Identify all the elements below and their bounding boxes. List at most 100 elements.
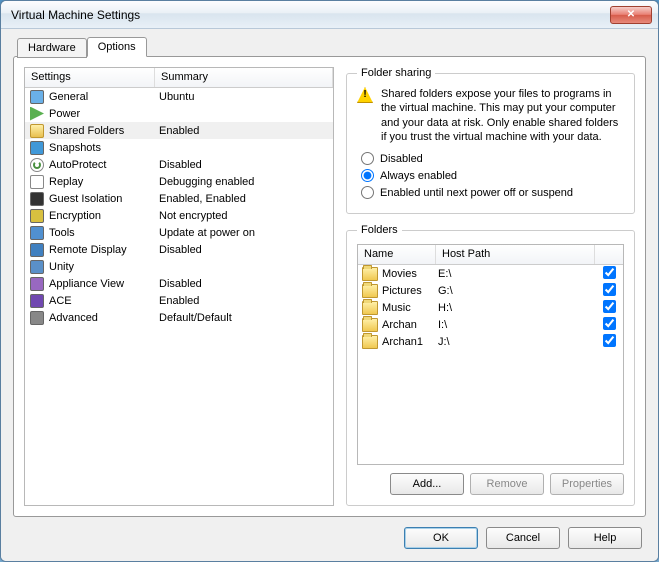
snapshots-icon <box>29 140 45 156</box>
add-folder-button[interactable]: Add... <box>390 473 464 495</box>
settings-row-label: General <box>49 91 159 103</box>
radio-disabled[interactable]: Disabled <box>361 152 624 165</box>
settings-row-summary: Disabled <box>159 278 329 290</box>
folder-icon <box>362 335 378 349</box>
folder-hostpath: G:\ <box>438 285 599 297</box>
close-icon: ✕ <box>627 9 635 20</box>
col-header-name[interactable]: Name <box>358 245 436 264</box>
settings-row-shared-folders[interactable]: Shared FoldersEnabled <box>25 122 333 139</box>
titlebar[interactable]: Virtual Machine Settings ✕ <box>1 1 658 29</box>
settings-row-summary: Disabled <box>159 159 329 171</box>
folder-row[interactable]: PicturesG:\ <box>358 282 623 299</box>
folder-buttons: Add... Remove Properties <box>357 473 624 495</box>
settings-list[interactable]: Settings Summary GeneralUbuntuPowerShare… <box>24 67 334 506</box>
autoprotect-icon <box>29 157 45 173</box>
folders-list-header[interactable]: Name Host Path <box>358 245 623 265</box>
settings-row-unity[interactable]: Unity <box>25 258 333 275</box>
settings-row-label: Advanced <box>49 312 159 324</box>
folder-row[interactable]: MusicH:\ <box>358 299 623 316</box>
settings-row-autoprotect[interactable]: AutoProtectDisabled <box>25 156 333 173</box>
folders-list[interactable]: Name Host Path MoviesE:\PicturesG:\Music… <box>357 244 624 465</box>
folder-row[interactable]: ArchanI:\ <box>358 316 623 333</box>
content-area: Hardware Options Settings Summary Genera… <box>1 29 658 561</box>
settings-list-header[interactable]: Settings Summary <box>25 68 333 88</box>
col-header-summary[interactable]: Summary <box>155 68 333 87</box>
tools-icon <box>29 225 45 241</box>
folder-name: Movies <box>382 268 438 280</box>
radio-always[interactable]: Always enabled <box>361 169 624 182</box>
window-title: Virtual Machine Settings <box>7 8 610 22</box>
settings-row-summary: Ubuntu <box>159 91 329 103</box>
folder-name: Archan1 <box>382 336 438 348</box>
settings-row-label: Tools <box>49 227 159 239</box>
settings-row-label: Unity <box>49 261 159 273</box>
folder-name: Music <box>382 302 438 314</box>
folder-enable-checkbox[interactable] <box>603 283 616 296</box>
settings-row-guest-isolation[interactable]: Guest IsolationEnabled, Enabled <box>25 190 333 207</box>
settings-row-tools[interactable]: ToolsUpdate at power on <box>25 224 333 241</box>
settings-row-summary: Enabled <box>159 295 329 307</box>
folder-enable-checkbox[interactable] <box>603 300 616 313</box>
tab-options[interactable]: Options <box>87 37 147 57</box>
settings-row-summary: Update at power on <box>159 227 329 239</box>
settings-row-appliance-view[interactable]: Appliance ViewDisabled <box>25 275 333 292</box>
replay-icon <box>29 174 45 190</box>
settings-row-summary: Debugging enabled <box>159 176 329 188</box>
radio-until-label: Enabled until next power off or suspend <box>380 187 573 199</box>
cancel-button[interactable]: Cancel <box>486 527 560 549</box>
settings-row-advanced[interactable]: AdvancedDefault/Default <box>25 309 333 326</box>
radio-until-input[interactable] <box>361 186 374 199</box>
folder-sharing-group: Folder sharing Shared folders expose you… <box>346 67 635 214</box>
settings-row-encryption[interactable]: EncryptionNot encrypted <box>25 207 333 224</box>
radio-disabled-label: Disabled <box>380 153 423 165</box>
folder-name: Pictures <box>382 285 438 297</box>
folder-hostpath: H:\ <box>438 302 599 314</box>
folder-name: Archan <box>382 319 438 331</box>
power-icon <box>29 106 45 122</box>
ok-button[interactable]: OK <box>404 527 478 549</box>
remove-folder-button[interactable]: Remove <box>470 473 544 495</box>
col-header-enabled[interactable] <box>595 245 623 264</box>
tab-hardware[interactable]: Hardware <box>17 38 87 58</box>
settings-row-remote-display[interactable]: Remote DisplayDisabled <box>25 241 333 258</box>
folder-row[interactable]: MoviesE:\ <box>358 265 623 282</box>
encryption-icon <box>29 208 45 224</box>
settings-row-label: Snapshots <box>49 142 159 154</box>
folder-row[interactable]: Archan1J:\ <box>358 333 623 350</box>
settings-row-power[interactable]: Power <box>25 105 333 122</box>
settings-row-label: Encryption <box>49 210 159 222</box>
folder-hostpath: E:\ <box>438 268 599 280</box>
settings-row-label: Shared Folders <box>49 125 159 137</box>
close-button[interactable]: ✕ <box>610 6 652 24</box>
settings-row-summary: Default/Default <box>159 312 329 324</box>
settings-row-general[interactable]: GeneralUbuntu <box>25 88 333 105</box>
folder-enable-checkbox[interactable] <box>603 334 616 347</box>
folder-hostpath: I:\ <box>438 319 599 331</box>
help-button[interactable]: Help <box>568 527 642 549</box>
folders-group: Folders Name Host Path MoviesE:\Pictures… <box>346 224 635 506</box>
advanced-icon <box>29 310 45 326</box>
radio-always-label: Always enabled <box>380 170 457 182</box>
settings-row-label: Power <box>49 108 159 120</box>
warning-text: Shared folders expose your files to prog… <box>381 87 624 144</box>
radio-until[interactable]: Enabled until next power off or suspend <box>361 186 624 199</box>
settings-column: Settings Summary GeneralUbuntuPowerShare… <box>24 67 334 506</box>
folder-enable-checkbox[interactable] <box>603 266 616 279</box>
settings-row-label: AutoProtect <box>49 159 159 171</box>
folder-properties-button[interactable]: Properties <box>550 473 624 495</box>
settings-row-label: Remote Display <box>49 244 159 256</box>
settings-row-replay[interactable]: ReplayDebugging enabled <box>25 173 333 190</box>
general-icon <box>29 89 45 105</box>
warning-icon <box>357 87 373 103</box>
settings-row-label: Appliance View <box>49 278 159 290</box>
settings-row-snapshots[interactable]: Snapshots <box>25 139 333 156</box>
settings-row-ace[interactable]: ACEEnabled <box>25 292 333 309</box>
radio-always-input[interactable] <box>361 169 374 182</box>
col-header-hostpath[interactable]: Host Path <box>436 245 595 264</box>
col-header-settings[interactable]: Settings <box>25 68 155 87</box>
radio-disabled-input[interactable] <box>361 152 374 165</box>
folder-enable-checkbox[interactable] <box>603 317 616 330</box>
settings-row-summary: Enabled <box>159 125 329 137</box>
shared-folders-icon <box>29 123 45 139</box>
ace-icon <box>29 293 45 309</box>
